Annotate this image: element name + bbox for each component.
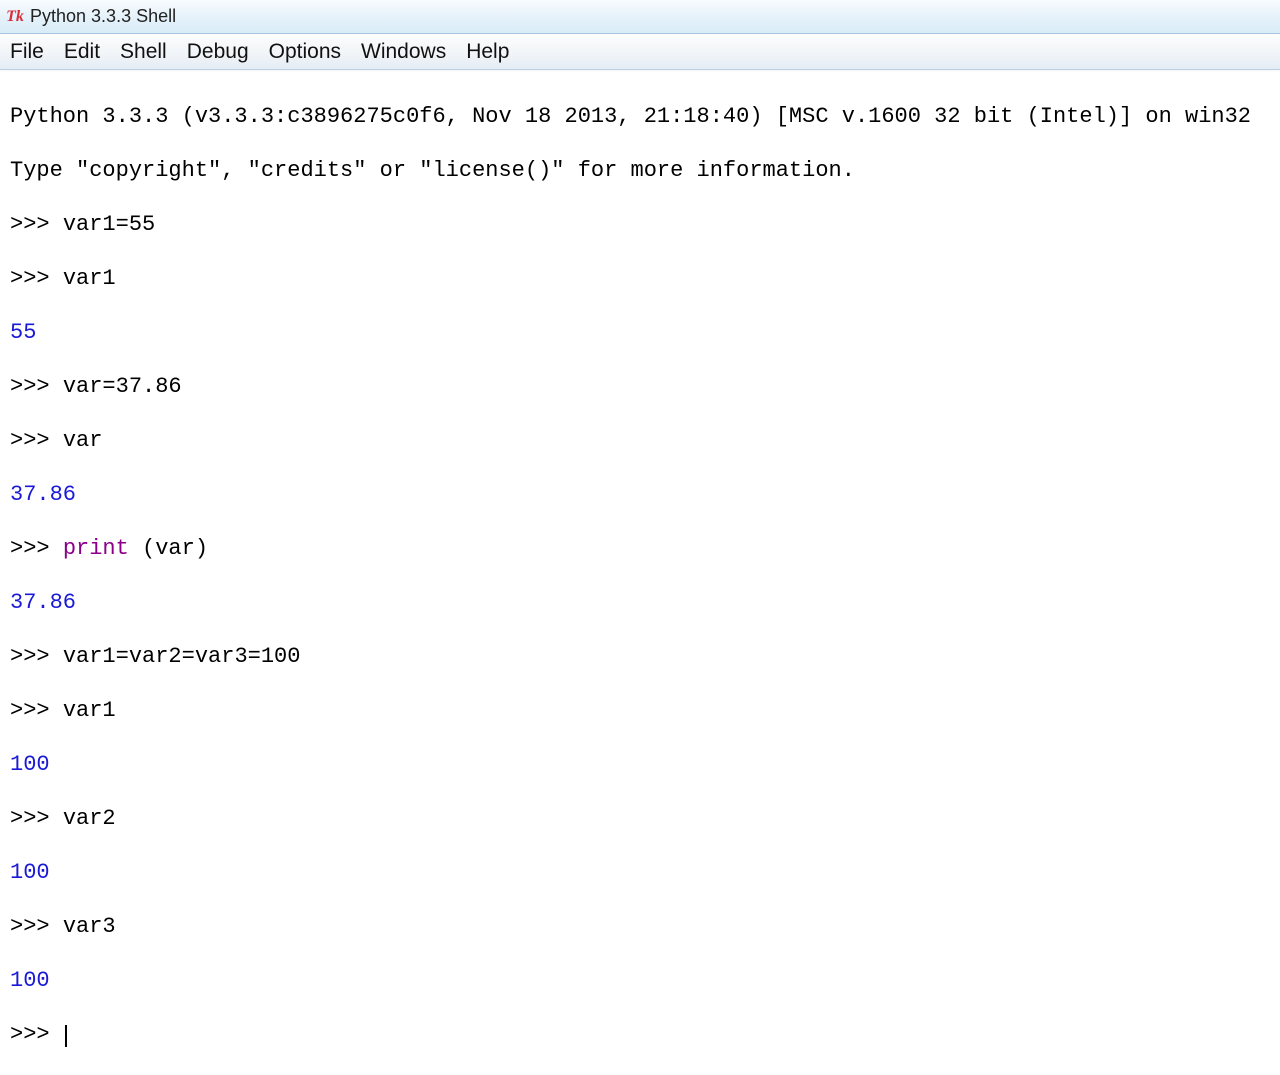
menu-options[interactable]: Options — [259, 40, 351, 64]
text-cursor-icon — [65, 1025, 67, 1047]
input-line: >>> var — [10, 427, 1270, 454]
prompt: >>> — [10, 914, 63, 939]
prompt: >>> — [10, 428, 63, 453]
prompt: >>> — [10, 212, 63, 237]
builtin-print: print — [63, 536, 129, 561]
input-line: >>> var=37.86 — [10, 373, 1270, 400]
prompt: >>> — [10, 536, 63, 561]
code-input: var2 — [63, 806, 116, 831]
prompt: >>> — [10, 698, 63, 723]
prompt: >>> — [10, 644, 63, 669]
input-line: >>> var1=55 — [10, 211, 1270, 238]
intro-line-1: Python 3.3.3 (v3.3.3:c3896275c0f6, Nov 1… — [10, 103, 1270, 130]
input-line: >>> var1=var2=var3=100 — [10, 643, 1270, 670]
input-line: >>> print (var) — [10, 535, 1270, 562]
menu-bar: File Edit Shell Debug Options Windows He… — [0, 34, 1280, 70]
prompt: >>> — [10, 1022, 63, 1047]
console-area[interactable]: Python 3.3.3 (v3.3.3:c3896275c0f6, Nov 1… — [0, 70, 1280, 1075]
code-input: var3 — [63, 914, 116, 939]
input-line: >>> var3 — [10, 913, 1270, 940]
menu-debug[interactable]: Debug — [177, 40, 259, 64]
code-input: var=37.86 — [63, 374, 182, 399]
code-input: var1=55 — [63, 212, 155, 237]
output-line: 100 — [10, 967, 1270, 994]
output-line: 37.86 — [10, 589, 1270, 616]
window-title: Python 3.3.3 Shell — [30, 6, 176, 27]
output-line: 37.86 — [10, 481, 1270, 508]
menu-shell[interactable]: Shell — [110, 40, 177, 64]
output-line: 100 — [10, 751, 1270, 778]
input-line-active[interactable]: >>> — [10, 1021, 1270, 1048]
code-input: var1 — [63, 266, 116, 291]
menu-file[interactable]: File — [6, 40, 54, 64]
code-input: var1=var2=var3=100 — [63, 644, 301, 669]
intro-line-2: Type "copyright", "credits" or "license(… — [10, 157, 1270, 184]
code-input: (var) — [129, 536, 208, 561]
output-line: 100 — [10, 859, 1270, 886]
menu-windows[interactable]: Windows — [351, 40, 456, 64]
title-bar: Tk Python 3.3.3 Shell — [0, 0, 1280, 34]
app-icon: Tk — [6, 8, 24, 26]
input-line: >>> var1 — [10, 265, 1270, 292]
prompt: >>> — [10, 806, 63, 831]
output-line: 55 — [10, 319, 1270, 346]
menu-help[interactable]: Help — [456, 40, 519, 64]
menu-edit[interactable]: Edit — [54, 40, 110, 64]
input-line: >>> var2 — [10, 805, 1270, 832]
code-input: var1 — [63, 698, 116, 723]
prompt: >>> — [10, 374, 63, 399]
code-input: var — [63, 428, 103, 453]
prompt: >>> — [10, 266, 63, 291]
